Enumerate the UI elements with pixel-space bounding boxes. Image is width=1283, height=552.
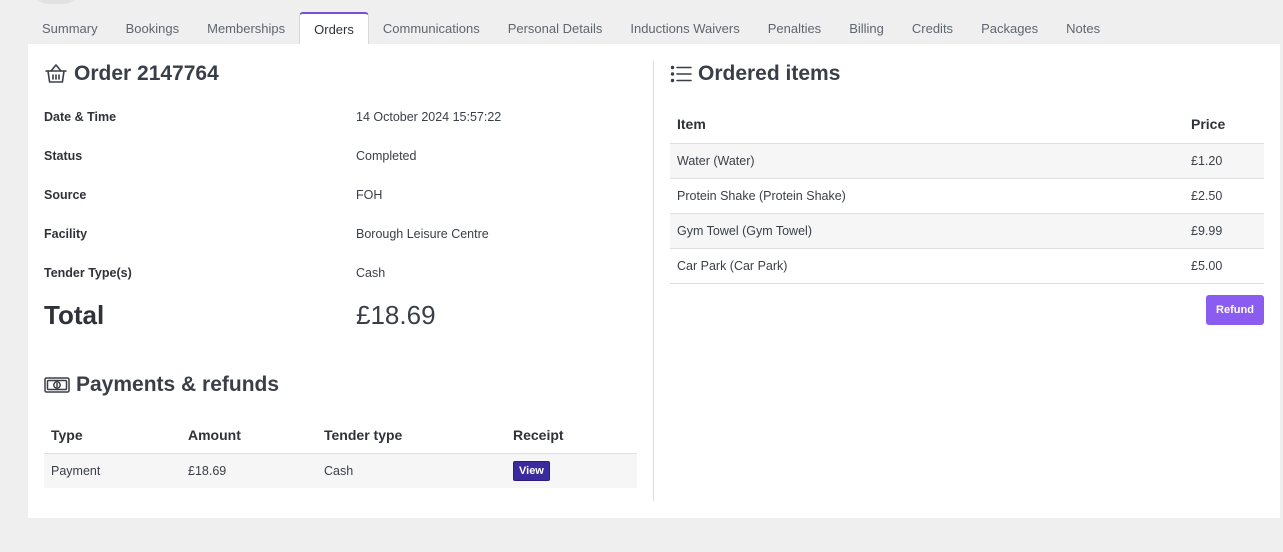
avatar-edge — [34, 0, 78, 4]
tab-credits[interactable]: Credits — [898, 12, 967, 45]
item-price: £1.20 — [1184, 143, 1264, 179]
total-label: Total — [44, 300, 105, 330]
basket-icon — [44, 62, 74, 86]
tab-inductions-waivers[interactable]: Inductions Waivers — [616, 12, 753, 45]
detail-value: 14 October 2024 15:57:22 — [356, 110, 502, 124]
tab-billing[interactable]: Billing — [835, 12, 898, 45]
payments-title: Payments & refunds — [76, 373, 280, 396]
table-row: Payment £18.69 Cash View — [44, 453, 637, 488]
list-icon — [670, 64, 698, 84]
detail-label: Source — [44, 188, 87, 202]
column-header: Type — [44, 417, 181, 454]
panel-divider — [653, 61, 654, 501]
tab-bookings[interactable]: Bookings — [112, 12, 193, 45]
item-price: £9.99 — [1184, 213, 1264, 249]
payments-heading: Payments & refunds — [44, 372, 279, 398]
tab-packages[interactable]: Packages — [967, 12, 1052, 45]
column-header: Item — [670, 106, 1184, 144]
tab-personal-details[interactable]: Personal Details — [494, 12, 617, 45]
items-title: Ordered items — [698, 62, 841, 85]
table-row: Gym Towel (Gym Towel) £9.99 — [670, 213, 1264, 249]
items-heading: Ordered items — [670, 61, 840, 87]
refund-button[interactable]: Refund — [1206, 295, 1264, 325]
payment-type: Payment — [44, 453, 181, 488]
tab-orders[interactable]: Orders — [299, 12, 369, 45]
payments-table: Type Amount Tender type Receipt Payment … — [44, 417, 637, 488]
column-header: Price — [1184, 106, 1264, 144]
item-name: Car Park (Car Park) — [670, 248, 1184, 284]
table-row: Protein Shake (Protein Shake) £2.50 — [670, 178, 1264, 214]
item-name: Gym Towel (Gym Towel) — [670, 213, 1184, 249]
payment-amount: £18.69 — [181, 453, 317, 488]
item-name: Protein Shake (Protein Shake) — [670, 178, 1184, 214]
tab-memberships[interactable]: Memberships — [193, 12, 299, 45]
items-table: Item Price Water (Water) £1.20 Protein S… — [670, 106, 1264, 284]
table-row: Car Park (Car Park) £5.00 — [670, 248, 1264, 284]
detail-label: Facility — [44, 227, 88, 241]
banknote-icon — [44, 375, 76, 395]
tab-bar: Summary Bookings Memberships Orders Comm… — [28, 12, 1114, 45]
detail-value: Completed — [356, 149, 417, 163]
detail-label: Tender Type(s) — [44, 266, 132, 280]
column-header: Receipt — [506, 417, 637, 454]
tab-penalties[interactable]: Penalties — [754, 12, 835, 45]
detail-value: Borough Leisure Centre — [356, 227, 489, 241]
payment-receipt: View — [506, 453, 637, 488]
payment-tender: Cash — [317, 453, 506, 488]
table-header-row: Type Amount Tender type Receipt — [44, 417, 637, 454]
item-name: Water (Water) — [670, 143, 1184, 179]
total-value: £18.69 — [356, 300, 436, 330]
detail-value: FOH — [356, 188, 383, 202]
detail-value: Cash — [356, 266, 386, 280]
table-header-row: Item Price — [670, 106, 1264, 144]
order-card: Order 2147764 Date & Time 14 October 202… — [28, 44, 1280, 518]
column-header: Amount — [181, 417, 317, 454]
item-price: £5.00 — [1184, 248, 1264, 284]
item-price: £2.50 — [1184, 178, 1264, 214]
view-receipt-button[interactable]: View — [513, 460, 550, 481]
order-title: Order 2147764 — [74, 62, 219, 85]
tab-notes[interactable]: Notes — [1052, 12, 1114, 45]
tab-summary[interactable]: Summary — [28, 12, 112, 45]
tab-communications[interactable]: Communications — [369, 12, 494, 45]
detail-label: Date & Time — [44, 110, 117, 124]
table-row: Water (Water) £1.20 — [670, 143, 1264, 179]
order-heading: Order 2147764 — [44, 61, 219, 87]
detail-label: Status — [44, 149, 83, 163]
column-header: Tender type — [317, 417, 506, 454]
